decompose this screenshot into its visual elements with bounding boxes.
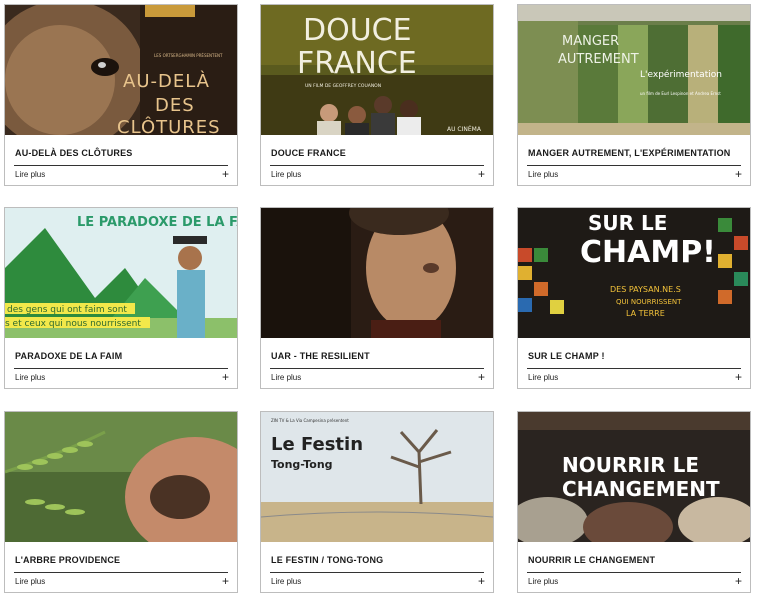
card-title[interactable]: UAR - THE RESILIENT xyxy=(271,351,370,361)
read-more-link[interactable]: Lire plus xyxy=(15,170,45,179)
poster-small-text: LES ORTSERGHAMIN PRÉSENTENT xyxy=(154,53,223,58)
read-more-link[interactable]: Lire plus xyxy=(271,170,301,179)
poster-line: FRANCE xyxy=(297,46,417,81)
poster-image[interactable]: SUR LE CHAMP! DES PAYSAN.NE.S QUI NOURRI… xyxy=(518,208,750,338)
divider xyxy=(14,368,228,369)
plus-icon[interactable]: + xyxy=(735,574,742,588)
divider xyxy=(527,572,741,573)
read-more-link[interactable]: Lire plus xyxy=(528,170,558,179)
divider xyxy=(527,165,741,166)
poster-line: Le Festin xyxy=(271,434,363,455)
poster-line: CHANGEMENT xyxy=(562,477,720,501)
card-paradoxe-de-la-faim[interactable]: LE PARADOXE DE LA FA des gens qui ont fa… xyxy=(4,207,238,389)
poster-small-text: UN FILM DE GEOFFREY COUANON xyxy=(305,83,381,89)
card-douce-france[interactable]: DOUCE FRANCE UN FILM DE GEOFFREY COUANON… xyxy=(260,4,494,186)
poster-line: SUR LE xyxy=(588,211,667,235)
poster-image[interactable]: DOUCE FRANCE UN FILM DE GEOFFREY COUANON… xyxy=(261,5,493,135)
card-nourrir-le-changement[interactable]: NOURRIR LE CHANGEMENT NOURRIR LE CHANGEM… xyxy=(517,411,751,593)
poster-image[interactable]: NOURRIR LE CHANGEMENT xyxy=(518,412,750,542)
plus-icon[interactable]: + xyxy=(478,370,485,384)
poster-line: DOUCE xyxy=(303,13,412,48)
card-le-festin-tong-tong[interactable]: ZIN TV & La Via Campesina présentent Le … xyxy=(260,411,494,593)
card-title[interactable]: SUR LE CHAMP ! xyxy=(528,351,605,361)
plus-icon[interactable]: + xyxy=(735,370,742,384)
plus-icon[interactable]: + xyxy=(222,370,229,384)
card-title[interactable]: LE FESTIN / TONG-TONG xyxy=(271,555,383,565)
divider xyxy=(270,165,484,166)
poster-image[interactable] xyxy=(5,412,237,542)
poster-line: NOURRIR LE xyxy=(562,453,699,477)
card-manger-autrement[interactable]: MANGER AUTREMENT L'expérimentation un fi… xyxy=(517,4,751,186)
card-title[interactable]: NOURRIR LE CHANGEMENT xyxy=(528,555,655,565)
poster-line: CHAMP! xyxy=(580,235,716,270)
poster-line: MANGER xyxy=(562,34,619,49)
poster-line: AUTREMENT xyxy=(558,52,639,67)
poster-image[interactable] xyxy=(261,208,493,338)
divider xyxy=(527,368,741,369)
card-uar-the-resilient[interactable]: UAR - THE RESILIENT Lire plus + xyxy=(260,207,494,389)
card-au-dela-des-clotures[interactable]: LES ORTSERGHAMIN PRÉSENTENT AU-DELÀ DES … xyxy=(4,4,238,186)
poster-subtitle: L'expérimentation xyxy=(640,69,722,80)
poster-subtitle: DES PAYSAN.NE.S xyxy=(610,285,681,294)
poster-image[interactable]: MANGER AUTREMENT L'expérimentation un fi… xyxy=(518,5,750,135)
card-title[interactable]: PARADOXE DE LA FAIM xyxy=(15,351,122,361)
poster-line: LE PARADOXE DE LA FA xyxy=(77,215,237,230)
card-title[interactable]: DOUCE FRANCE xyxy=(271,148,346,158)
divider xyxy=(270,572,484,573)
card-title[interactable]: L'ARBRE PROVIDENCE xyxy=(15,555,120,565)
read-more-link[interactable]: Lire plus xyxy=(528,577,558,586)
poster-line: CLÔTURES xyxy=(117,116,221,135)
divider xyxy=(14,572,228,573)
card-title[interactable]: AU-DELÀ DES CLÔTURES xyxy=(15,148,133,158)
poster-line: DES xyxy=(155,95,195,116)
read-more-link[interactable]: Lire plus xyxy=(271,577,301,586)
poster-tag: AU CINÉMA xyxy=(447,125,482,133)
poster-small-text: un film de Eurl Lespinon et Andrea Ernst xyxy=(640,91,721,96)
divider xyxy=(14,165,228,166)
plus-icon[interactable]: + xyxy=(735,167,742,181)
plus-icon[interactable]: + xyxy=(222,574,229,588)
card-sur-le-champ[interactable]: SUR LE CHAMP! DES PAYSAN.NE.S QUI NOURRI… xyxy=(517,207,751,389)
card-arbre-providence[interactable]: L'ARBRE PROVIDENCE Lire plus + xyxy=(4,411,238,593)
poster-line: AU-DELÀ xyxy=(123,70,210,92)
read-more-link[interactable]: Lire plus xyxy=(15,577,45,586)
read-more-link[interactable]: Lire plus xyxy=(271,373,301,382)
read-more-link[interactable]: Lire plus xyxy=(528,373,558,382)
poster-caption: s et ceux qui nous nourrissent xyxy=(5,319,141,329)
divider xyxy=(270,368,484,369)
read-more-link[interactable]: Lire plus xyxy=(15,373,45,382)
card-title[interactable]: MANGER AUTREMENT, L'EXPÉRIMENTATION xyxy=(528,148,730,158)
plus-icon[interactable]: + xyxy=(478,574,485,588)
poster-caption: des gens qui ont faim sont xyxy=(7,305,127,315)
poster-subtitle: LA TERRE xyxy=(626,309,665,318)
plus-icon[interactable]: + xyxy=(222,167,229,181)
plus-icon[interactable]: + xyxy=(478,167,485,181)
poster-image[interactable]: LES ORTSERGHAMIN PRÉSENTENT AU-DELÀ DES … xyxy=(5,5,237,135)
poster-line: Tong-Tong xyxy=(271,458,333,471)
poster-subtitle: QUI NOURRISSENT xyxy=(616,298,682,306)
poster-image[interactable]: ZIN TV & La Via Campesina présentent Le … xyxy=(261,412,493,542)
poster-small-text: ZIN TV & La Via Campesina présentent xyxy=(271,418,349,423)
poster-image[interactable]: LE PARADOXE DE LA FA des gens qui ont fa… xyxy=(5,208,237,338)
